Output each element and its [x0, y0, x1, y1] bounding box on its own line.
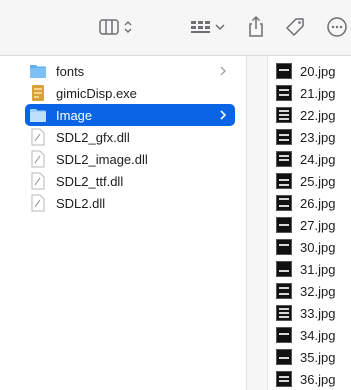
image-file-row[interactable]: 31.jpg [276, 258, 335, 280]
image-file-row[interactable]: 24.jpg [276, 148, 335, 170]
file-name: SDL2.dll [56, 195, 106, 211]
folder-icon [29, 62, 47, 80]
image-file-row[interactable]: 23.jpg [276, 126, 335, 148]
file-name: 31.jpg [300, 261, 336, 277]
file-name: 24.jpg [300, 151, 336, 167]
image-thumbnail-icon [276, 173, 292, 189]
image-thumbnail-icon [276, 305, 292, 321]
file-name: SDL2_ttf.dll [56, 173, 124, 189]
file-row-fonts[interactable]: fonts [25, 60, 235, 82]
file-name: fonts [56, 63, 85, 79]
chevron-right-icon [220, 110, 227, 120]
chevron-right-icon [220, 66, 226, 76]
file-name: 36.jpg [300, 371, 336, 387]
file-row-image[interactable]: Image [25, 104, 235, 126]
file-row-sdl2[interactable]: SDL2.dll [25, 192, 235, 214]
file-name: Image [56, 107, 93, 123]
view-mode-button[interactable] [96, 14, 140, 40]
tag-icon [286, 18, 304, 36]
file-name: SDL2_gfx.dll [56, 129, 130, 145]
file-name: 32.jpg [300, 283, 336, 299]
image-thumbnail-icon [276, 327, 292, 343]
image-file-row[interactable]: 22.jpg [276, 104, 335, 126]
image-thumbnail-icon [276, 85, 292, 101]
share-icon [249, 15, 263, 37]
document-icon [29, 150, 47, 168]
file-row-sdl2-image[interactable]: SDL2_image.dll [25, 148, 235, 170]
folder-icon [29, 106, 47, 124]
image-thumbnail-icon [276, 151, 292, 167]
image-thumbnail-icon [276, 107, 292, 123]
file-name: gimicDisp.exe [56, 85, 137, 101]
file-row-sdl2-gfx[interactable]: SDL2_gfx.dll [25, 126, 235, 148]
image-thumbnail-icon [276, 283, 292, 299]
document-icon [29, 172, 47, 190]
file-name: 23.jpg [300, 129, 336, 145]
file-name: 35.jpg [300, 349, 336, 365]
document-icon [29, 128, 47, 146]
image-file-row[interactable]: 35.jpg [276, 346, 335, 368]
more-icon [327, 17, 347, 37]
image-file-row[interactable]: 34.jpg [276, 324, 335, 346]
column-gap [247, 56, 267, 390]
file-name: 30.jpg [300, 239, 336, 255]
image-thumbnail-icon [276, 261, 292, 277]
image-file-row[interactable]: 26.jpg [276, 192, 335, 214]
group-by-icon [191, 21, 225, 33]
image-file-row[interactable]: 33.jpg [276, 302, 335, 324]
columns-view-icon [99, 19, 132, 35]
image-thumbnail-icon [276, 217, 292, 233]
file-name: 21.jpg [300, 85, 336, 101]
more-actions-button[interactable] [325, 14, 349, 40]
image-thumbnail-icon [276, 129, 292, 145]
file-name: 26.jpg [300, 195, 336, 211]
tag-button[interactable] [282, 14, 308, 40]
file-name: 33.jpg [300, 305, 336, 321]
file-name: SDL2_image.dll [56, 151, 148, 167]
image-thumbnail-icon [276, 371, 292, 387]
file-row-sdl2-ttf[interactable]: SDL2_ttf.dll [25, 170, 235, 192]
image-thumbnail-icon [276, 349, 292, 365]
image-file-row[interactable]: 20.jpg [276, 60, 335, 82]
image-file-row[interactable]: 30.jpg [276, 236, 335, 258]
file-name: 27.jpg [300, 217, 336, 233]
finder-toolbar [0, 0, 351, 56]
file-name: 25.jpg [300, 173, 336, 189]
image-thumbnail-icon [276, 239, 292, 255]
image-file-row[interactable]: 25.jpg [276, 170, 335, 192]
image-file-row[interactable]: 36.jpg [276, 368, 335, 390]
image-file-row[interactable]: 32.jpg [276, 280, 335, 302]
file-name: 20.jpg [300, 63, 336, 79]
image-thumbnail-icon [276, 63, 292, 79]
exe-file-icon [29, 84, 47, 102]
image-file-row[interactable]: 21.jpg [276, 82, 335, 104]
file-row-gimicdisp[interactable]: gimicDisp.exe [25, 82, 235, 104]
file-name: 22.jpg [300, 107, 336, 123]
image-thumbnail-icon [276, 195, 292, 211]
file-name: 34.jpg [300, 327, 336, 343]
image-file-row[interactable]: 27.jpg [276, 214, 335, 236]
group-by-button[interactable] [187, 14, 231, 40]
share-button[interactable] [244, 14, 268, 40]
document-icon [29, 194, 47, 212]
